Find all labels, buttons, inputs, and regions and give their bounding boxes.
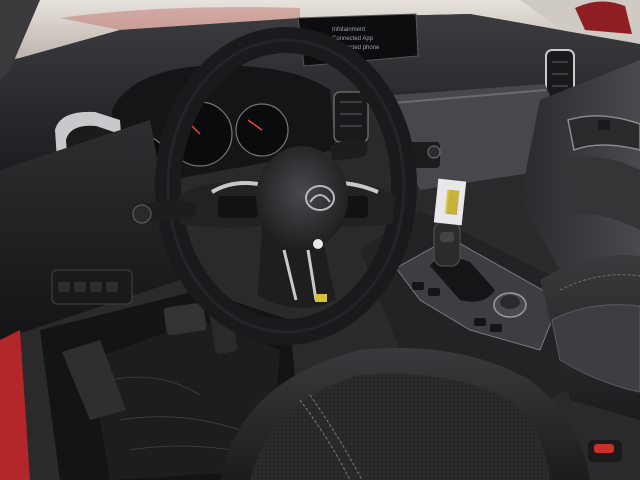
left-door-edge (0, 330, 30, 480)
wiper-stalk[interactable] (330, 139, 368, 160)
seatbelt-release-button[interactable] (594, 444, 614, 453)
wheel-yellow-sticker (315, 294, 327, 302)
sales-tag (433, 178, 467, 226)
start-button[interactable] (132, 204, 152, 224)
wheel-sticker (313, 239, 323, 249)
driver-switch-panel[interactable] (51, 269, 133, 305)
center-air-vent[interactable] (333, 91, 369, 143)
brake-pedal[interactable] (163, 302, 207, 336)
interior-illustration: Infotainment Connected App Connected pho… (0, 0, 640, 480)
commander-knob[interactable] (493, 292, 527, 318)
screen-line-1: Infotainment (332, 27, 365, 33)
door-lock-button[interactable] (598, 120, 610, 130)
car-interior-photo: Infotainment Connected App Connected pho… (0, 0, 640, 480)
wheel-left-buttons[interactable] (218, 196, 258, 218)
